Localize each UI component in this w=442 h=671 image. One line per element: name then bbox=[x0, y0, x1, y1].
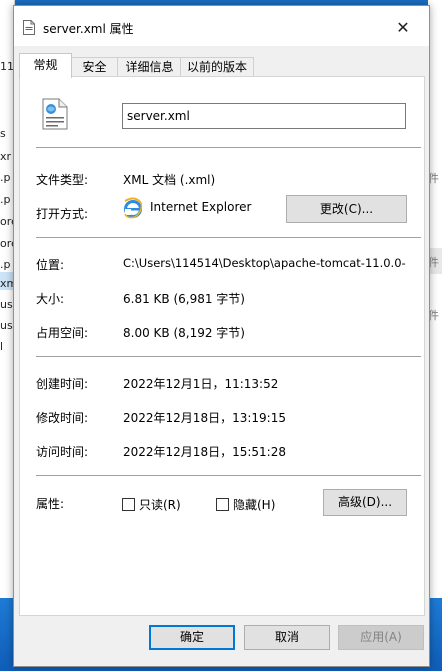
background-text: l bbox=[0, 340, 4, 353]
tab-details[interactable]: 详细信息 bbox=[117, 57, 182, 77]
properties-dialog: server.xml 属性 ✕ 常规 安全 详细信息 以前的版本 server.… bbox=[13, 5, 430, 667]
tab-label: 常规 bbox=[33, 58, 58, 72]
readonly-label: 只读(R) bbox=[139, 498, 181, 512]
opens-with-label: 打开方式: bbox=[36, 207, 89, 221]
tab-security[interactable]: 安全 bbox=[70, 57, 119, 77]
location-value: C:\Users\114514\Desktop\apache-tomcat-11… bbox=[123, 256, 406, 270]
background-text: .p bbox=[0, 258, 11, 271]
background-window-right: 件 件 件 bbox=[428, 0, 442, 598]
background-text: 11 bbox=[0, 60, 14, 73]
general-tab-panel: 文件类型: XML 文档 (.xml) 打开方式: Internet Explo… bbox=[19, 76, 425, 616]
modified-value: 2022年12月18日，13:19:15 bbox=[123, 411, 286, 425]
divider bbox=[36, 475, 421, 476]
cancel-button-label: 取消 bbox=[274, 630, 299, 644]
divider bbox=[36, 237, 421, 238]
close-button[interactable]: ✕ bbox=[383, 12, 423, 42]
title-bar[interactable]: server.xml 属性 ✕ bbox=[14, 6, 429, 46]
size-on-disk-label: 占用空间: bbox=[36, 326, 89, 340]
divider bbox=[36, 147, 421, 148]
tab-label: 详细信息 bbox=[125, 60, 174, 74]
size-value: 6.81 KB (6,981 字节) bbox=[123, 292, 245, 306]
filename-input[interactable] bbox=[122, 103, 406, 129]
change-button-label: 更改(C)... bbox=[319, 202, 374, 216]
background-text: xr bbox=[0, 150, 12, 163]
dialog-title: server.xml 属性 bbox=[43, 22, 134, 36]
background-text: us bbox=[0, 298, 13, 311]
created-value: 2022年12月1日，11:13:52 bbox=[123, 377, 279, 391]
change-button[interactable]: 更改(C)... bbox=[286, 195, 407, 223]
checkbox-box[interactable] bbox=[122, 498, 135, 511]
background-text: s bbox=[0, 127, 6, 140]
readonly-checkbox[interactable]: 只读(R) bbox=[122, 496, 181, 513]
ok-button[interactable]: 确定 bbox=[149, 625, 235, 650]
checkbox-box[interactable] bbox=[216, 498, 229, 511]
tab-previous-versions[interactable]: 以前的版本 bbox=[180, 57, 254, 77]
advanced-button-label: 高级(D)... bbox=[337, 495, 393, 509]
location-label: 位置: bbox=[36, 258, 65, 272]
advanced-button[interactable]: 高级(D)... bbox=[323, 489, 407, 516]
close-icon: ✕ bbox=[396, 17, 410, 37]
tab-label: 以前的版本 bbox=[186, 60, 247, 74]
apply-button[interactable]: 应用(A) bbox=[338, 625, 424, 650]
file-type-label: 文件类型: bbox=[36, 173, 89, 187]
attributes-label: 属性: bbox=[36, 497, 65, 511]
size-label: 大小: bbox=[36, 292, 65, 306]
file-type-value: XML 文档 (.xml) bbox=[123, 173, 216, 187]
xml-file-icon bbox=[42, 98, 68, 130]
accessed-label: 访问时间: bbox=[36, 445, 89, 459]
hidden-checkbox[interactable]: 隐藏(H) bbox=[216, 496, 275, 513]
opens-with-value: Internet Explorer bbox=[150, 200, 252, 214]
internet-explorer-icon bbox=[124, 197, 143, 219]
ok-button-label: 确定 bbox=[179, 630, 204, 644]
cancel-button[interactable]: 取消 bbox=[244, 625, 330, 650]
divider bbox=[36, 356, 421, 357]
size-on-disk-value: 8.00 KB (8,192 字节) bbox=[123, 326, 245, 340]
background-text: .p bbox=[0, 171, 11, 184]
tab-label: 安全 bbox=[82, 60, 107, 74]
created-label: 创建时间: bbox=[36, 377, 89, 391]
hidden-label: 隐藏(H) bbox=[233, 498, 276, 512]
modified-label: 修改时间: bbox=[36, 411, 89, 425]
background-text: .p bbox=[0, 193, 11, 206]
apply-button-label: 应用(A) bbox=[360, 630, 402, 644]
tab-general[interactable]: 常规 bbox=[19, 53, 72, 78]
accessed-value: 2022年12月18日，15:51:28 bbox=[123, 445, 286, 459]
background-text: us bbox=[0, 319, 13, 332]
document-icon bbox=[23, 20, 35, 35]
